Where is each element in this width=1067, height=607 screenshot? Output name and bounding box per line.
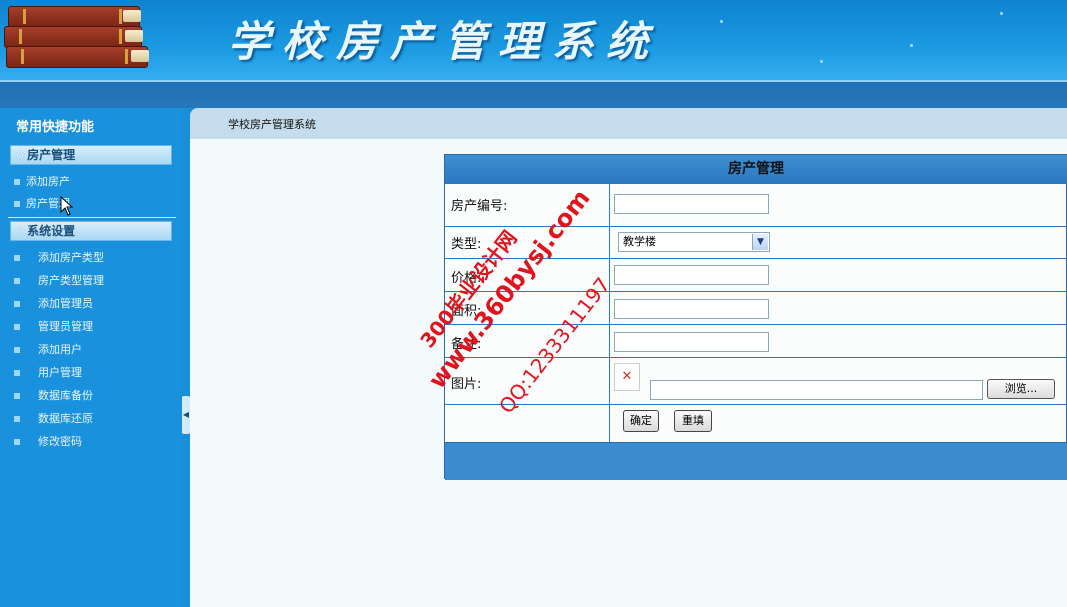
type-label: 类型: <box>451 237 482 252</box>
sidebar-title: 常用快捷功能 <box>16 120 95 135</box>
sidebar-divider <box>8 217 176 218</box>
broken-image-icon: ✕ <box>614 363 640 391</box>
sidebar-collapse-handle[interactable]: ◀ <box>182 396 190 434</box>
image-label: 图片: <box>451 377 482 392</box>
sidebar-item-user-manage[interactable]: 用户管理 <box>14 364 82 380</box>
site-title: 学校房产管理系统 <box>228 17 661 66</box>
sidebar-item-change-password[interactable]: 修改密码 <box>14 433 82 449</box>
header-banner: 学校房产管理系统 <box>0 0 1067 82</box>
bullet-icon <box>14 278 20 284</box>
sidebar-group-property[interactable]: ✩ 房产管理 <box>10 145 172 165</box>
property-form: 房产管理 房产编号: 类型: 教学楼 ▼ 价格: 面积: 备注: 图片: ✕ 浏览… <box>444 154 1067 480</box>
sidebar-item-add-property[interactable]: 添加房产 <box>14 173 70 189</box>
group-label: 房产管理 <box>27 148 76 162</box>
sidebar-group-settings[interactable]: ✩ 系统设置 <box>10 221 172 241</box>
type-select[interactable]: 教学楼 ▼ <box>618 232 770 252</box>
sidebar-item-type-manage[interactable]: 房产类型管理 <box>14 272 104 288</box>
mouse-cursor-icon <box>60 196 74 216</box>
remark-input[interactable] <box>614 332 769 352</box>
type-select-value: 教学楼 <box>623 235 656 248</box>
submit-button[interactable]: 确定 <box>623 410 659 432</box>
bullet-icon <box>14 416 20 422</box>
breadcrumb: 学校房产管理系统 <box>228 118 316 131</box>
main-content: 学校房产管理系统 房产管理 房产编号: 类型: 教学楼 ▼ 价格: 面积: 备注:… <box>190 108 1067 607</box>
remark-label: 备注: <box>451 337 482 352</box>
reset-button[interactable]: 重填 <box>674 410 712 432</box>
form-title: 房产管理 <box>445 155 1067 183</box>
bullet-icon <box>14 393 20 399</box>
bullet-icon <box>14 324 20 330</box>
star-icon: ✩ <box>15 224 26 238</box>
bullet-icon <box>14 201 20 207</box>
bullet-icon <box>14 370 20 376</box>
code-label: 房产编号: <box>451 199 508 214</box>
price-label: 价格: <box>451 271 482 286</box>
area-input[interactable] <box>614 299 769 319</box>
sidebar-item-db-backup[interactable]: 数据库备份 <box>14 387 93 403</box>
sidebar: 常用快捷功能 ✩ 房产管理 添加房产 房产管理 ✩ 系统设置 添加房产类型 房产类型… <box>0 108 182 607</box>
bullet-icon <box>14 439 20 445</box>
bullet-icon <box>14 301 20 307</box>
sidebar-item-add-type[interactable]: 添加房产类型 <box>14 249 104 265</box>
code-input[interactable] <box>614 194 769 214</box>
file-path-input[interactable] <box>650 380 983 400</box>
star-icon: ✩ <box>15 148 26 162</box>
price-input[interactable] <box>614 265 769 285</box>
bullet-icon <box>14 179 20 185</box>
breadcrumb-bar: 学校房产管理系统 <box>190 108 1067 139</box>
top-band <box>0 82 1067 108</box>
chevron-down-icon: ▼ <box>752 234 768 250</box>
group-label: 系统设置 <box>27 224 76 238</box>
sidebar-item-db-restore[interactable]: 数据库还原 <box>14 410 93 426</box>
books-logo <box>2 4 152 80</box>
sidebar-item-add-admin[interactable]: 添加管理员 <box>14 295 93 311</box>
browse-button[interactable]: 浏览... <box>987 379 1055 399</box>
bullet-icon <box>14 255 20 261</box>
area-label: 面积: <box>451 304 482 319</box>
sidebar-item-admin-manage[interactable]: 管理员管理 <box>14 318 93 334</box>
form-row-actions <box>445 404 1067 443</box>
sidebar-item-add-user[interactable]: 添加用户 <box>14 341 82 357</box>
form-footer <box>445 442 1067 480</box>
bullet-icon <box>14 347 20 353</box>
